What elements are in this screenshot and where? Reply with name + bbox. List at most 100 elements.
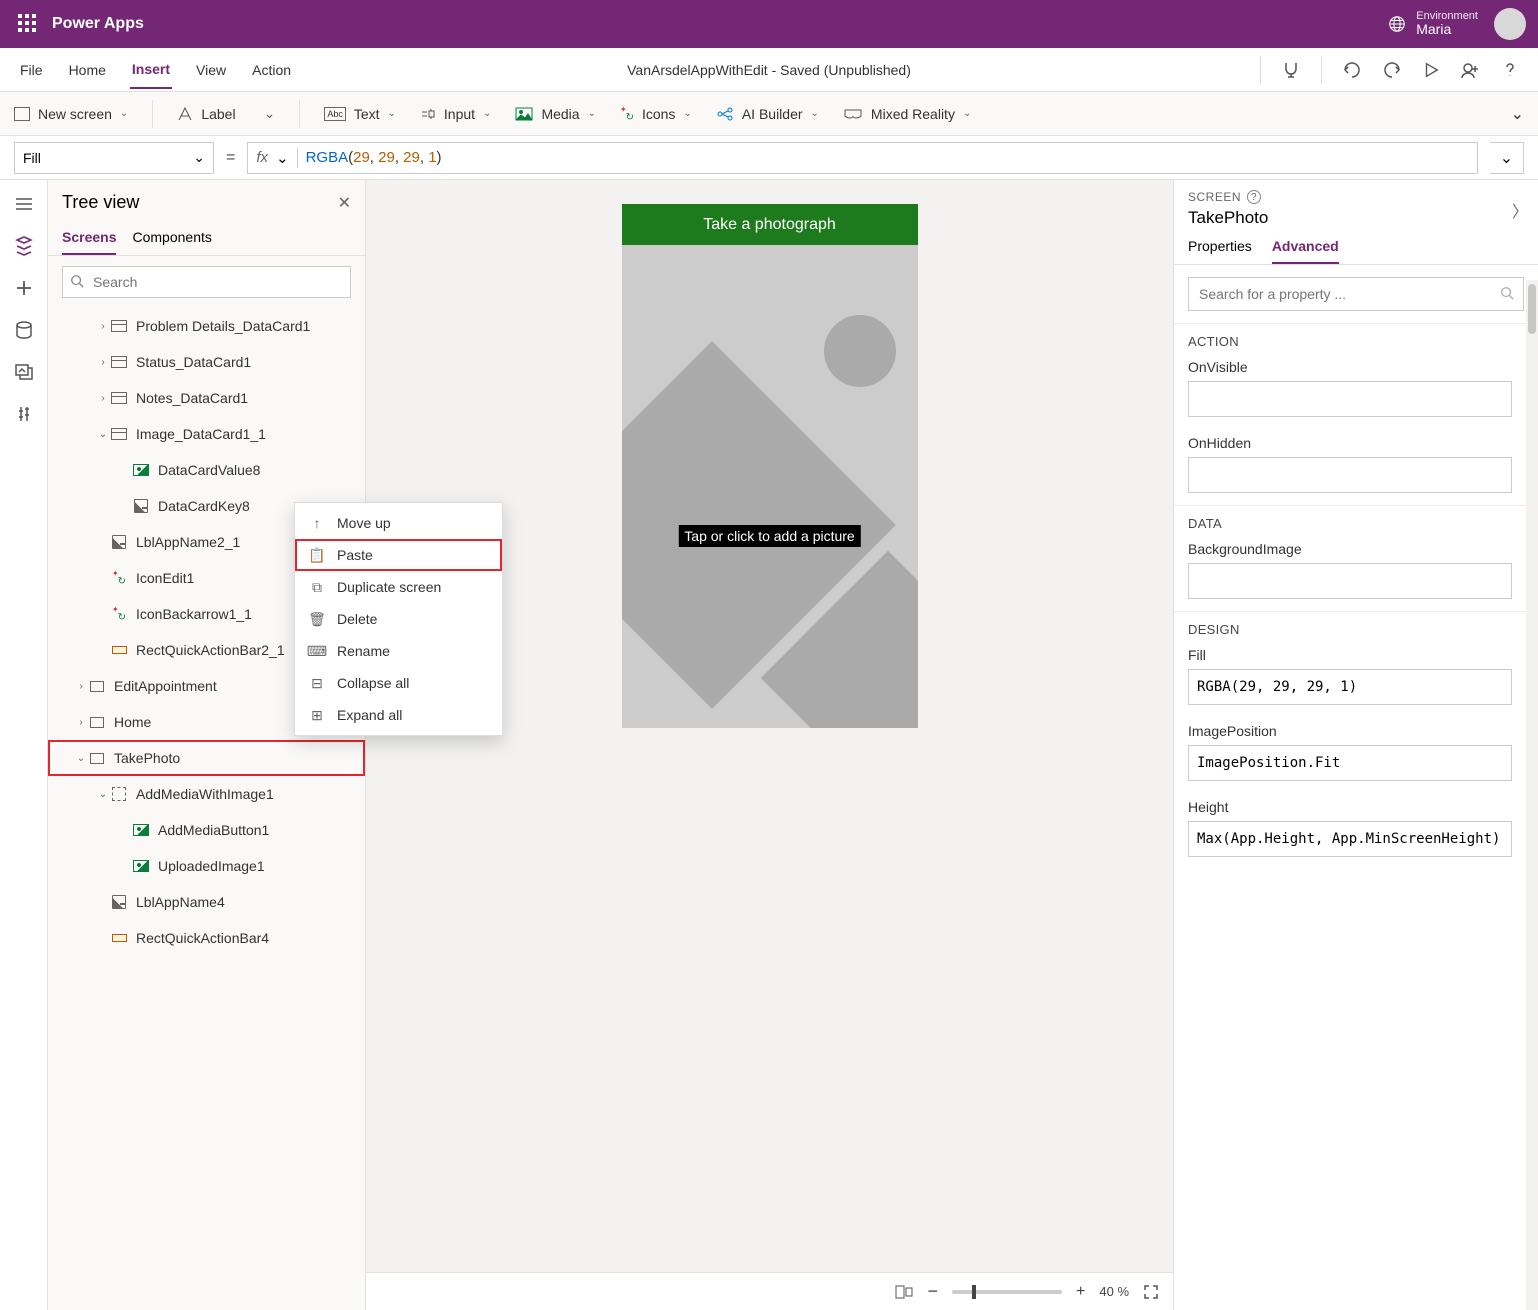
prop-onhidden-input[interactable] [1188, 457, 1512, 493]
zoom-in-button[interactable]: + [1076, 1283, 1085, 1301]
card-icon [110, 355, 128, 369]
property-selector[interactable]: Fill ⌄ [14, 142, 214, 174]
help-icon[interactable] [1500, 60, 1520, 80]
icons-button[interactable]: Icons ⌄ [620, 106, 692, 122]
context-menu-item[interactable]: 🗑Delete [295, 603, 502, 635]
add-picture-label[interactable]: Tap or click to add a picture [678, 525, 860, 547]
menu-file[interactable]: File [18, 52, 45, 88]
ai-builder-button[interactable]: AI Builder ⌄ [716, 106, 819, 122]
zoom-slider[interactable] [952, 1290, 1062, 1294]
mixed-reality-button[interactable]: Mixed Reality ⌄ [843, 106, 971, 122]
media-button[interactable]: Media ⌄ [515, 106, 596, 122]
tree-item-label: Status_DataCard1 [136, 354, 251, 370]
prop-height-label: Height [1188, 799, 1524, 815]
tree-item[interactable]: ⌄ TakePhoto [48, 740, 365, 776]
undo-icon[interactable] [1342, 60, 1362, 80]
tree-view-icon[interactable] [14, 236, 34, 256]
text-label: Text [354, 106, 380, 122]
search-icon [1500, 286, 1514, 300]
prop-bgimage-input[interactable] [1188, 563, 1512, 599]
chevron-down-icon: ⌄ [120, 108, 128, 119]
tree-item-label: AddMediaButton1 [158, 822, 269, 838]
tab-advanced[interactable]: Advanced [1272, 238, 1339, 264]
environment-label: Environment [1416, 10, 1478, 22]
share-icon[interactable] [1460, 60, 1480, 80]
collapse-panel-icon[interactable]: 〉 [1512, 198, 1528, 222]
tree-item[interactable]: RectQuickActionBar4 [48, 920, 365, 956]
formula-input[interactable]: fx ⌄ RGBA(29, 29, 29, 1) [247, 142, 1478, 174]
mr-icon [843, 107, 863, 121]
tree-search-input[interactable] [62, 266, 351, 298]
chevron-right-icon[interactable]: › [96, 393, 110, 404]
prop-height-input[interactable]: Max(App.Height, App.MinScreenHeight) [1188, 821, 1512, 857]
tree-item[interactable]: ⌄AddMediaWithImage1 [48, 776, 365, 812]
new-screen-button[interactable]: New screen ⌄ [14, 106, 128, 122]
data-icon[interactable] [14, 320, 34, 340]
menu-action[interactable]: Action [250, 52, 293, 88]
tree-item[interactable]: DataCardValue8 [48, 452, 365, 488]
ribbon-overflow-icon[interactable]: ⌄ [1511, 104, 1524, 124]
prop-fill-input[interactable]: RGBA(29, 29, 29, 1) [1188, 669, 1512, 705]
prop-onvisible-input[interactable] [1188, 381, 1512, 417]
chevron-down-icon[interactable]: ⌄ [96, 789, 110, 800]
tab-screens[interactable]: Screens [62, 221, 116, 255]
tree-item-label: RectQuickActionBar2_1 [136, 642, 285, 658]
chevron-down-icon[interactable]: ⌄ [96, 429, 110, 440]
input-button[interactable]: Input ⌄ [420, 106, 492, 122]
tree-item[interactable]: ›Problem Details_DataCard1 [48, 308, 365, 344]
context-menu-item[interactable]: ⊟Collapse all [295, 667, 502, 699]
screen-icon [88, 679, 106, 693]
settings-icon[interactable] [14, 404, 34, 424]
chevron-right-icon[interactable]: › [96, 357, 110, 368]
context-menu-item[interactable]: ↑Move up [295, 507, 502, 539]
edit-icon [132, 499, 150, 513]
chevron-down-icon[interactable]: ⌄ [74, 753, 88, 764]
chevron-right-icon[interactable]: › [74, 681, 88, 692]
iconset-icon [110, 607, 128, 621]
property-search-input[interactable] [1188, 277, 1524, 311]
user-avatar-icon[interactable] [1494, 8, 1526, 40]
context-menu-item[interactable]: ⊞Expand all [295, 699, 502, 731]
menu-home[interactable]: Home [67, 52, 108, 88]
context-menu-icon: 🗑 [309, 611, 325, 627]
context-menu-item[interactable]: ⌨Rename [295, 635, 502, 667]
text-button[interactable]: Abc Text ⌄ [324, 106, 396, 122]
scrollbar[interactable] [1526, 280, 1538, 1310]
context-menu-item[interactable]: 📋Paste [295, 539, 502, 571]
hamburger-icon[interactable] [14, 194, 34, 214]
tree-item[interactable]: › Status_DataCard1 [48, 344, 365, 380]
tree-item[interactable]: AddMediaButton1 [48, 812, 365, 848]
insert-icon[interactable] [14, 278, 34, 298]
tree-item-label: TakePhoto [114, 750, 180, 766]
help-badge-icon[interactable]: ? [1247, 190, 1261, 204]
label-button[interactable]: Label ⌄ [177, 105, 275, 122]
tree-item[interactable]: UploadedImage1 [48, 848, 365, 884]
app-checker-icon[interactable] [1281, 60, 1301, 80]
chevron-right-icon[interactable]: › [74, 717, 88, 728]
menu-view[interactable]: View [194, 52, 228, 88]
img-icon [132, 463, 150, 477]
tree-item[interactable]: ⌄Image_DataCard1_1 [48, 416, 365, 452]
redo-icon[interactable] [1382, 60, 1402, 80]
fit-screen-icon[interactable] [1143, 1284, 1159, 1300]
tree-item-label: UploadedImage1 [158, 858, 265, 874]
play-icon[interactable] [1422, 61, 1440, 79]
context-menu-item[interactable]: ⧉Duplicate screen [295, 571, 502, 603]
app-launcher-icon[interactable] [18, 14, 38, 34]
ai-builder-label: AI Builder [742, 106, 803, 122]
orientation-icon[interactable] [895, 1285, 913, 1299]
chevron-right-icon[interactable]: › [96, 321, 110, 332]
tab-properties[interactable]: Properties [1188, 238, 1252, 264]
edit-icon [110, 895, 128, 909]
media-rail-icon[interactable] [14, 362, 34, 382]
formula-expand-button[interactable]: ⌄ [1490, 142, 1524, 174]
tab-components[interactable]: Components [132, 221, 211, 255]
close-icon[interactable]: ✕ [338, 193, 351, 213]
section-design: DESIGN [1174, 611, 1538, 641]
tree-item-label: LblAppName4 [136, 894, 225, 910]
tree-item[interactable]: ›Notes_DataCard1 [48, 380, 365, 416]
tree-item[interactable]: LblAppName4 [48, 884, 365, 920]
prop-imagepos-input[interactable]: ImagePosition.Fit [1188, 745, 1512, 781]
zoom-out-button[interactable]: − [927, 1281, 938, 1302]
menu-insert[interactable]: Insert [130, 51, 172, 89]
